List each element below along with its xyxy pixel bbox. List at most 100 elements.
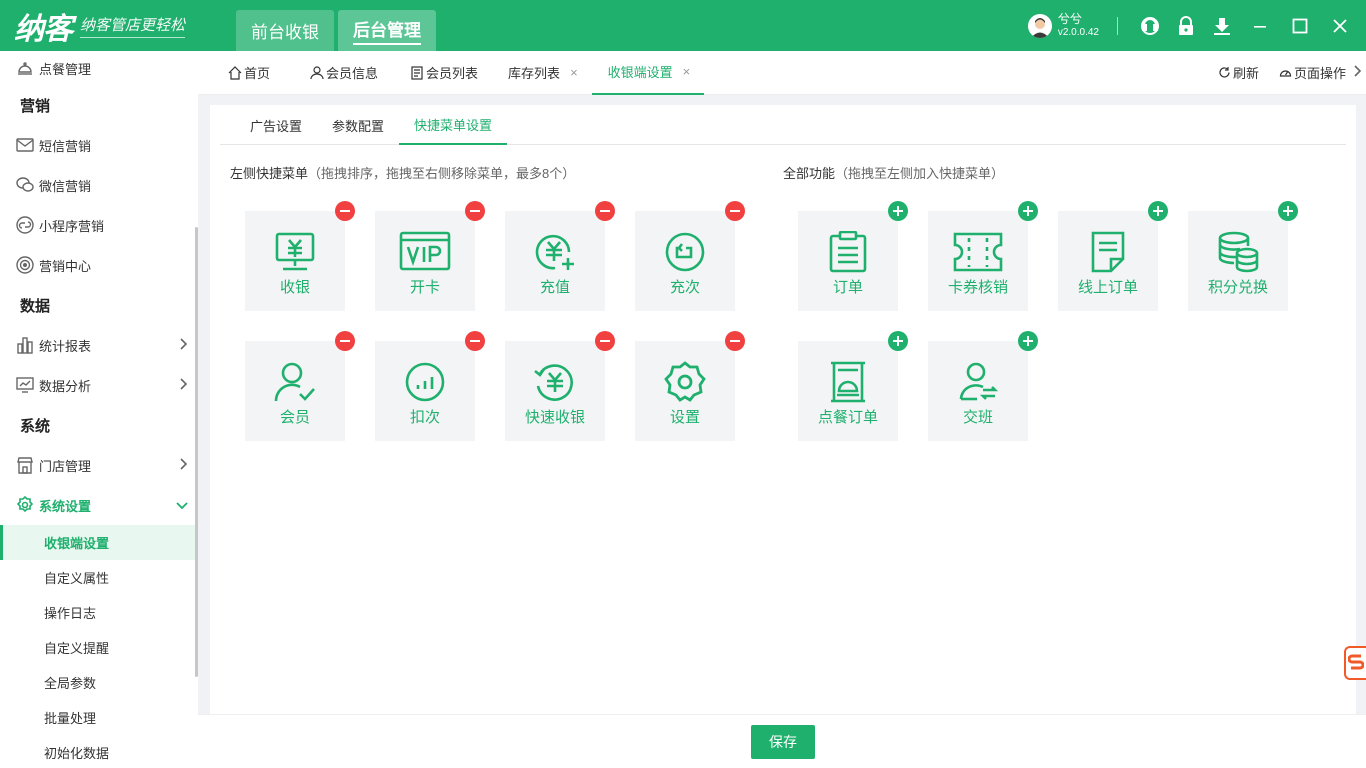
mail-icon <box>15 135 35 155</box>
shift-handover-icon <box>958 360 998 404</box>
tab-inventory-list[interactable]: 库存列表 × <box>492 51 592 95</box>
floating-tool-icon[interactable] <box>1344 646 1366 680</box>
refresh-icon <box>1219 67 1230 78</box>
sidebar-item-label: 点餐管理 <box>39 61 92 77</box>
chevron-down-icon <box>176 498 188 513</box>
sidebar-item-marketing-center[interactable]: 营销中心 <box>0 245 198 285</box>
gear-icon <box>15 495 35 515</box>
tab-label: 首页 <box>244 66 271 81</box>
function-tile-online-order[interactable]: 线上订单 <box>1058 201 1168 311</box>
sidebar-subitem-cashier-settings[interactable]: 收银端设置 <box>0 525 198 560</box>
add-icon[interactable] <box>1018 201 1038 221</box>
add-icon[interactable] <box>1278 201 1298 221</box>
close-icon[interactable] <box>1320 6 1360 46</box>
dining-icon <box>15 58 35 78</box>
shortcut-tile-vip-card[interactable]: 开卡 <box>375 201 485 311</box>
sidebar-subitem-global-params[interactable]: 全局参数 <box>0 665 198 700</box>
save-button[interactable]: 保存 <box>751 725 815 759</box>
page-operations-button[interactable]: 页面操作 <box>1279 63 1346 82</box>
shortcut-tile-quick-cashier[interactable]: 快速收银 <box>505 331 615 441</box>
remove-icon[interactable] <box>465 331 485 351</box>
close-tab-icon[interactable]: × <box>570 65 578 80</box>
remove-icon[interactable] <box>335 201 355 221</box>
order-icon <box>829 230 867 274</box>
remove-icon[interactable] <box>595 201 615 221</box>
refresh-button[interactable]: 刷新 <box>1218 63 1259 82</box>
sidebar-item-wechat[interactable]: 微信营销 <box>0 165 198 205</box>
shortcut-tile-deduct-times[interactable]: 扣次 <box>375 331 485 441</box>
tile-label: 交班 <box>962 409 993 426</box>
add-icon[interactable] <box>1018 331 1038 351</box>
subtab-param-config[interactable]: 参数配置 <box>317 105 399 145</box>
tab-label: 库存列表 <box>508 66 561 81</box>
sidebar-subitem-init-data[interactable]: 初始化数据 <box>0 735 198 768</box>
top-tab-frontdesk[interactable]: 前台收银 <box>236 10 334 51</box>
customer-service-icon[interactable] <box>1132 6 1168 46</box>
top-tab-label: 前台收银 <box>251 23 319 42</box>
maximize-icon[interactable] <box>1280 6 1320 46</box>
left-section-heading: 左侧快捷菜单 <box>230 166 309 181</box>
subtab-ad-settings[interactable]: 广告设置 <box>235 105 317 145</box>
sidebar-item-analysis[interactable]: 数据分析 <box>0 365 198 405</box>
tab-cashier-settings[interactable]: 收银端设置 × <box>591 51 705 95</box>
add-icon[interactable] <box>1148 201 1168 221</box>
chevron-right-icon[interactable] <box>1354 65 1362 80</box>
remove-icon[interactable] <box>465 201 485 221</box>
sidebar-item-store[interactable]: 门店管理 <box>0 445 198 485</box>
add-icon[interactable] <box>888 331 908 351</box>
sidebar-item-system-settings[interactable]: 系统设置 <box>0 485 198 525</box>
cashier-icon <box>274 230 316 274</box>
sidebar-subitem-custom-attributes[interactable]: 自定义属性 <box>0 560 198 595</box>
coupon-icon <box>953 230 1003 274</box>
top-tab-label: 后台管理 <box>353 16 421 45</box>
download-icon[interactable] <box>1204 6 1240 46</box>
remove-icon[interactable] <box>335 331 355 351</box>
sidebar-item-dining[interactable]: 点餐管理 <box>0 51 198 85</box>
tile-label: 订单 <box>832 279 863 296</box>
minimize-icon[interactable] <box>1240 6 1280 46</box>
top-tab-backend[interactable]: 后台管理 <box>338 10 436 51</box>
app-version: v2.0.0.42 <box>1057 26 1099 38</box>
sidebar-subitem-operation-log[interactable]: 操作日志 <box>0 595 198 630</box>
close-tab-icon[interactable]: × <box>683 64 691 79</box>
remove-icon[interactable] <box>595 331 615 351</box>
tile-label: 设置 <box>669 409 700 426</box>
sidebar-item-miniprogram[interactable]: 小程序营销 <box>0 205 198 245</box>
wechat-icon <box>15 175 35 195</box>
user-profile[interactable]: 兮兮 v2.0.0.42 <box>1027 12 1099 39</box>
sidebar-item-label: 系统设置 <box>39 498 92 514</box>
function-tile-dining-order[interactable]: 点餐订单 <box>798 331 908 441</box>
right-section-hint: （拖拽至左侧加入快捷菜单） <box>835 166 1005 181</box>
function-tile-order[interactable]: 订单 <box>798 201 908 311</box>
sidebar-item-label: 小程序营销 <box>39 218 105 234</box>
tile-label: 点餐订单 <box>817 409 878 426</box>
left-section-hint: （拖拽排序，拖拽至右侧移除菜单，最多8个） <box>308 166 576 181</box>
tile-label: 线上订单 <box>1077 279 1138 296</box>
subtab-shortcut-menu[interactable]: 快捷菜单设置 <box>399 105 508 145</box>
user-icon <box>310 65 324 80</box>
tab-member-list[interactable]: 会员列表 <box>392 51 492 95</box>
shortcut-tile-member[interactable]: 会员 <box>245 331 355 441</box>
remove-icon[interactable] <box>725 331 745 351</box>
sidebar-item-label: 微信营销 <box>39 178 92 194</box>
function-tile-coupon[interactable]: 卡券核销 <box>928 201 1038 311</box>
gauge-icon <box>1279 70 1292 77</box>
sidebar-subitem-custom-reminder[interactable]: 自定义提醒 <box>0 630 198 665</box>
function-tile-shift-handover[interactable]: 交班 <box>928 331 1038 441</box>
shortcut-tile-settings[interactable]: 设置 <box>635 331 745 441</box>
sidebar-subitem-batch-processing[interactable]: 批量处理 <box>0 700 198 735</box>
sidebar-item-sms[interactable]: 短信营销 <box>0 125 198 165</box>
settings-icon <box>664 360 706 404</box>
remove-icon[interactable] <box>725 201 745 221</box>
tile-label: 充值 <box>539 279 570 296</box>
sidebar-item-reports[interactable]: 统计报表 <box>0 325 198 365</box>
lock-icon[interactable] <box>1168 6 1204 46</box>
dining-order-icon <box>828 360 868 404</box>
shortcut-tile-cashier[interactable]: 收银 <box>245 201 355 311</box>
function-tile-points-exchange[interactable]: 积分兑换 <box>1188 201 1298 311</box>
shortcut-tile-recharge-times[interactable]: 充次 <box>635 201 745 311</box>
tab-home[interactable]: 首页 <box>198 51 284 95</box>
shortcut-tile-recharge[interactable]: 充值 <box>505 201 615 311</box>
add-icon[interactable] <box>888 201 908 221</box>
tab-member-info[interactable]: 会员信息 <box>284 51 392 95</box>
